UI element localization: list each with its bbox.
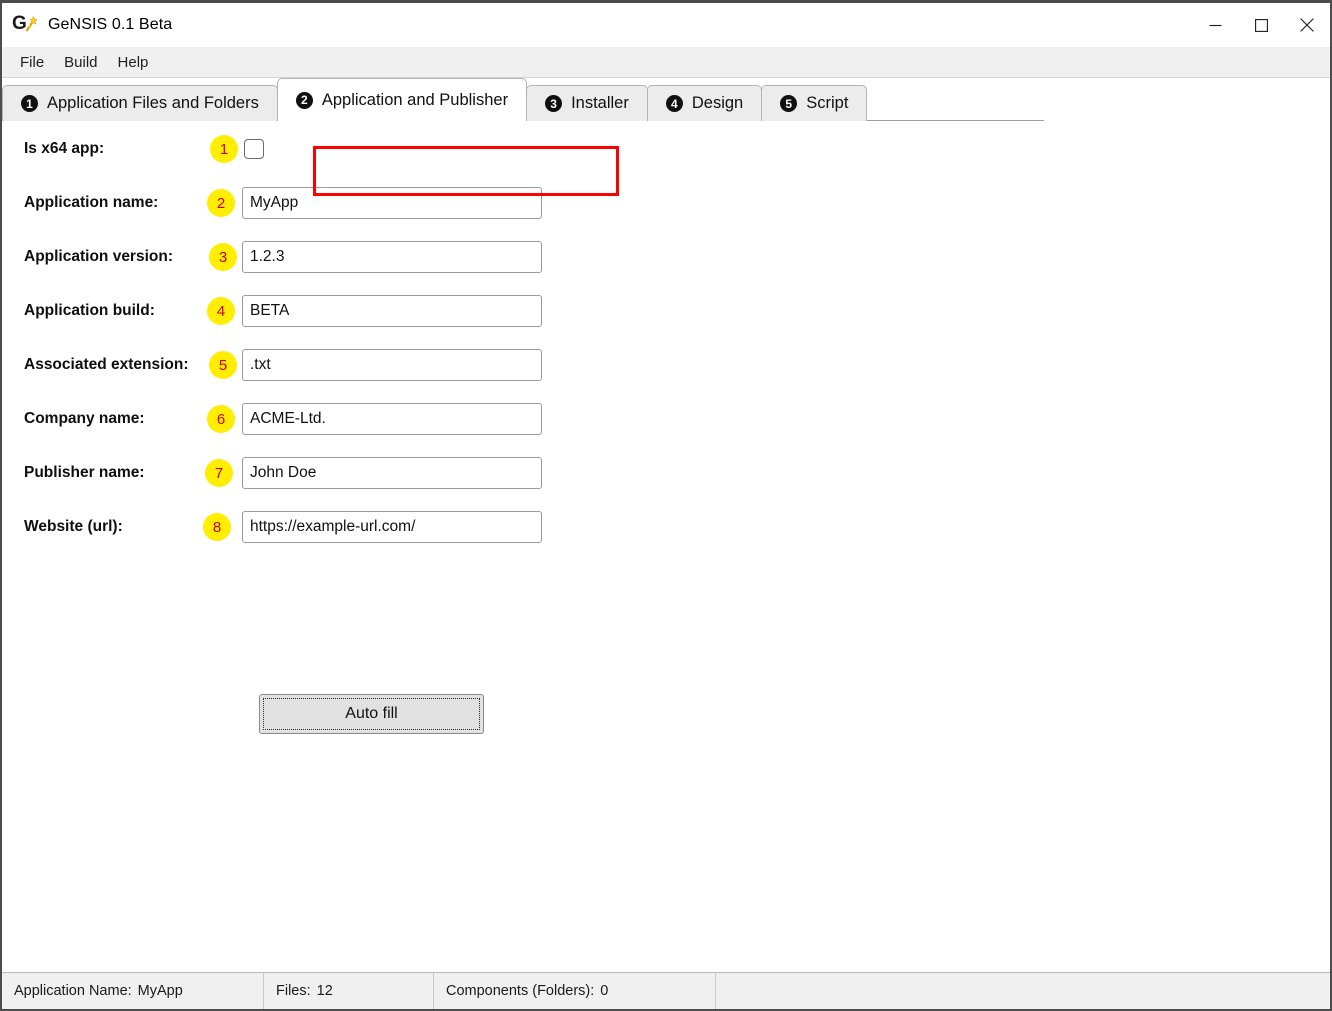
tab-installer[interactable]: 3 Installer <box>526 85 648 121</box>
callout-badge-2: 2 <box>207 189 235 217</box>
menu-bar: File Build Help <box>2 47 1330 78</box>
callout-badge-4: 4 <box>207 297 235 325</box>
status-label: Application Name: <box>14 983 132 999</box>
label-associated-extension: Associated extension: <box>24 356 189 373</box>
checkbox-is-x64-app[interactable] <box>244 139 264 159</box>
application-window: G GeNSIS 0.1 Beta File Build Help 1 Appl… <box>0 0 1332 1011</box>
callout-badge-7: 7 <box>205 459 233 487</box>
tab-label: Application Files and Folders <box>47 94 259 112</box>
auto-fill-label: Auto fill <box>345 705 398 722</box>
tab-label: Design <box>691 94 744 112</box>
input-application-build[interactable] <box>242 295 542 327</box>
window-title: GeNSIS 0.1 Beta <box>48 16 173 33</box>
input-application-name[interactable] <box>242 187 542 219</box>
tab-number-badge: 1 <box>21 95 38 112</box>
form-row-application-name: Application name: 2 <box>24 187 542 219</box>
tab-number-badge: 3 <box>545 95 563 112</box>
form-row-website-url: Website (url): 8 <box>24 511 542 543</box>
callout-badge-3: 3 <box>209 243 237 271</box>
status-label: Components (Folders): <box>446 983 595 999</box>
form-row-is-x64-app: Is x64 app: 1 <box>24 133 264 165</box>
status-label: Files: <box>276 983 311 999</box>
status-application-name: Application Name: MyApp <box>2 973 264 1009</box>
label-is-x64-app: Is x64 app: <box>24 140 105 157</box>
minimize-button[interactable] <box>1192 3 1238 47</box>
status-files: Files: 12 <box>264 973 434 1009</box>
close-button[interactable] <box>1284 3 1330 47</box>
tab-application-and-publisher[interactable]: 2 Application and Publisher <box>276 78 528 121</box>
input-associated-extension[interactable] <box>242 349 542 381</box>
input-website-url[interactable] <box>242 511 542 543</box>
maximize-button[interactable] <box>1238 3 1284 47</box>
status-bar: Application Name: MyApp Files: 12 Compon… <box>2 972 1330 1009</box>
form-row-company-name: Company name: 6 <box>24 403 542 435</box>
label-website-url: Website (url): <box>24 518 123 535</box>
tab-script[interactable]: 5 Script <box>761 85 868 121</box>
status-value: 12 <box>316 983 333 999</box>
tab-label: Application and Publisher <box>321 90 509 109</box>
magic-wand-icon <box>25 16 37 32</box>
tab-number-badge: 2 <box>295 91 313 109</box>
menu-item-build[interactable]: Build <box>54 50 107 75</box>
callout-badge-8: 8 <box>203 513 231 541</box>
tab-number-badge: 5 <box>780 95 798 112</box>
label-company-name: Company name: <box>24 410 145 427</box>
callout-badge-6: 6 <box>207 405 235 433</box>
input-company-name[interactable] <box>242 403 542 435</box>
tab-application-files-and-folders[interactable]: 1 Application Files and Folders <box>2 85 278 121</box>
menu-item-help[interactable]: Help <box>108 50 159 75</box>
gensis-wand-icon: G <box>12 12 38 38</box>
application-and-publisher-panel: Is x64 app: 1 Application name: 2 Applic… <box>2 121 1330 972</box>
auto-fill-button[interactable]: Auto fill <box>259 694 484 734</box>
status-value: MyApp <box>137 983 183 999</box>
form-row-publisher-name: Publisher name: 7 <box>24 457 542 489</box>
tab-strip: 1 Application Files and Folders 2 Applic… <box>2 78 1044 121</box>
tab-bar: 1 Application Files and Folders 2 Applic… <box>2 78 1330 196</box>
tab-label: Installer <box>571 94 629 112</box>
label-application-name: Application name: <box>24 194 159 211</box>
menu-item-file[interactable]: File <box>10 50 54 75</box>
tab-number-badge: 4 <box>665 95 683 112</box>
label-publisher-name: Publisher name: <box>24 464 145 481</box>
callout-badge-1: 1 <box>210 135 238 163</box>
tab-label: Script <box>806 94 849 112</box>
form-row-application-version: Application version: 3 <box>24 241 542 273</box>
status-value: 0 <box>600 983 609 999</box>
callout-badge-5: 5 <box>209 351 237 379</box>
window-controls <box>1192 3 1330 47</box>
tab-design[interactable]: 4 Design <box>646 85 763 121</box>
status-spacer <box>716 973 1330 1009</box>
form-row-application-build: Application build: 4 <box>24 295 542 327</box>
status-components-folders: Components (Folders): 0 <box>434 973 716 1009</box>
form-row-associated-extension: Associated extension: 5 <box>24 349 542 381</box>
title-bar: G GeNSIS 0.1 Beta <box>2 3 1330 47</box>
input-application-version[interactable] <box>242 241 542 273</box>
input-publisher-name[interactable] <box>242 457 542 489</box>
label-application-version: Application version: <box>24 248 173 265</box>
label-application-build: Application build: <box>24 302 155 319</box>
